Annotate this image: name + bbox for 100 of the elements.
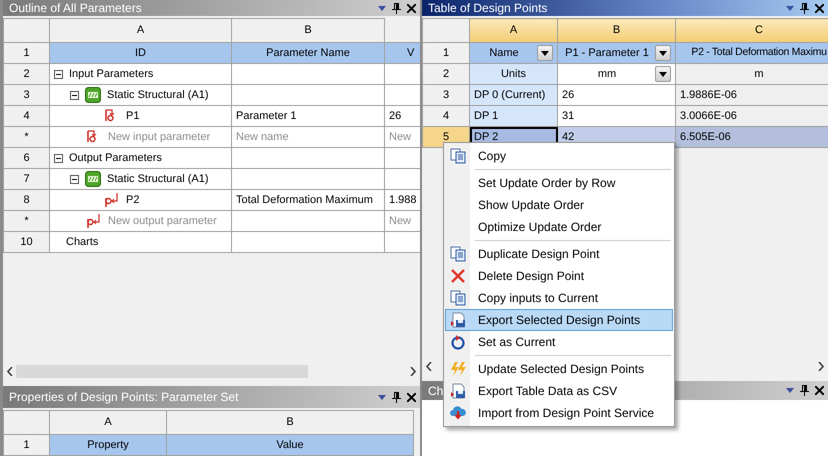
table-cell: Units — [470, 64, 558, 84]
column-header: B — [232, 18, 384, 42]
table-cell: New — [384, 126, 420, 148]
row-header: 2 — [422, 64, 470, 84]
row-header: 4 — [4, 106, 50, 126]
table-cell: 1.9886E-06 — [676, 84, 828, 106]
menu-item[interactable]: Export Table Data as CSV — [445, 380, 673, 402]
row-header: * — [4, 210, 50, 232]
panel-title: Outline of All Parameters — [9, 0, 142, 16]
tree-label: New input parameter — [108, 130, 210, 145]
close-icon[interactable] — [407, 392, 416, 402]
column-title: ID — [50, 42, 232, 64]
column-header: A — [470, 18, 558, 42]
table-cell: 26 — [384, 106, 420, 126]
dropdown-icon[interactable] — [378, 6, 386, 10]
menu-item[interactable]: Copy — [445, 145, 673, 167]
row-header: 2 — [4, 64, 50, 84]
column-header: B — [558, 18, 676, 42]
scrollbar-thumb[interactable] — [16, 365, 308, 378]
dropdown-button[interactable] — [655, 66, 671, 82]
caret-icon — [659, 72, 667, 76]
tree-label: Static Structural (A1) — [107, 172, 208, 187]
close-icon[interactable] — [815, 386, 824, 395]
dropdown-icon[interactable] — [786, 388, 794, 393]
close-icon[interactable] — [407, 4, 416, 12]
panel-title: Ch — [428, 382, 444, 398]
row-header: 3 — [4, 84, 50, 106]
close-icon — [450, 268, 466, 284]
menu-item[interactable]: Set Update Order by Row — [445, 172, 673, 194]
table-cell: Parameter 1 — [232, 106, 384, 126]
pin-icon[interactable] — [800, 385, 809, 396]
collapse-icon[interactable] — [54, 70, 63, 78]
output-parameter-icon — [86, 213, 102, 229]
collapse-icon[interactable] — [70, 90, 79, 100]
menu-item[interactable]: Optimize Update Order — [445, 216, 673, 238]
scroll-left-icon[interactable] — [426, 362, 432, 371]
output-parameter-icon — [104, 192, 120, 208]
tree-label: Input Parameters — [69, 66, 154, 82]
table-cell: DP 0 (Current) — [470, 84, 558, 106]
table-cell: m — [676, 64, 828, 84]
table-cell: Total Deformation Maximum — [232, 190, 384, 210]
row-header: 8 — [4, 190, 50, 210]
row-header[interactable]: 3 — [422, 84, 470, 106]
row-header: 1 — [422, 42, 470, 64]
tree-label: P2 — [126, 192, 140, 208]
collapse-icon[interactable] — [70, 174, 79, 184]
refresh-icon — [450, 334, 466, 350]
panel-title: Properties of Design Points: Parameter Set — [9, 389, 238, 406]
menu-item[interactable]: Delete Design Point — [445, 265, 673, 287]
column-header: C — [676, 18, 828, 42]
column-title: Property — [50, 434, 166, 456]
scroll-right-icon[interactable] — [818, 362, 824, 371]
row-header: 7 — [4, 168, 50, 190]
row-header: 1 — [4, 42, 50, 64]
pin-icon[interactable] — [800, 2, 809, 14]
floppy-document-icon — [450, 383, 466, 399]
menu-item[interactable]: Copy inputs to Current — [445, 287, 673, 309]
row-header: 6 — [4, 148, 50, 168]
menu-item[interactable]: Show Update Order — [445, 194, 673, 216]
pin-icon[interactable] — [392, 2, 401, 14]
system-icon — [85, 87, 101, 103]
row-header: * — [4, 126, 50, 148]
tree-label: P1 — [126, 108, 140, 124]
system-icon — [85, 171, 101, 187]
row-header: 10 — [4, 232, 50, 252]
tree-label: Output Parameters — [69, 150, 162, 166]
copy-icon — [450, 148, 466, 164]
tree-label: Static Structural (A1) — [107, 88, 208, 103]
menu-item[interactable]: Set as Current — [445, 331, 673, 353]
table-cell: 26 — [558, 84, 676, 106]
pin-icon[interactable] — [392, 392, 401, 402]
table-cell: New name — [232, 126, 384, 148]
cloud-download-icon — [450, 405, 466, 421]
dropdown-icon[interactable] — [786, 6, 794, 10]
unit-value: mm — [596, 66, 618, 82]
table-cell: DP 1 — [470, 106, 558, 126]
scroll-left-icon[interactable] — [7, 367, 13, 376]
menu-item[interactable]: Update Selected Design Points — [445, 358, 673, 380]
menu-item[interactable]: Export Selected Design Points — [445, 309, 673, 331]
column-title: P2 - Total Deformation Maximu — [676, 42, 828, 64]
column-title: V — [384, 42, 420, 64]
dropdown-icon[interactable] — [378, 394, 386, 400]
column-title: Name — [488, 46, 520, 61]
panel-title: Table of Design Points — [428, 0, 548, 16]
column-header: A — [50, 410, 166, 434]
column-title: Parameter Name — [232, 42, 384, 64]
caret-icon — [659, 50, 667, 56]
table-cell: 3.0066E-06 — [676, 106, 828, 126]
column-header: A — [50, 18, 232, 42]
collapse-icon[interactable] — [54, 154, 63, 162]
scroll-right-icon[interactable] — [410, 367, 416, 376]
dropdown-button[interactable] — [655, 45, 671, 61]
row-header[interactable]: 4 — [422, 106, 470, 126]
lightning-icon — [450, 361, 466, 377]
menu-item[interactable]: Duplicate Design Point — [445, 243, 673, 265]
row-header: 1 — [4, 434, 50, 456]
tree-label: New output parameter — [108, 214, 217, 229]
table-cell: 6.505E-06 — [676, 126, 828, 148]
close-icon[interactable] — [815, 4, 824, 12]
dropdown-button[interactable] — [537, 45, 553, 61]
